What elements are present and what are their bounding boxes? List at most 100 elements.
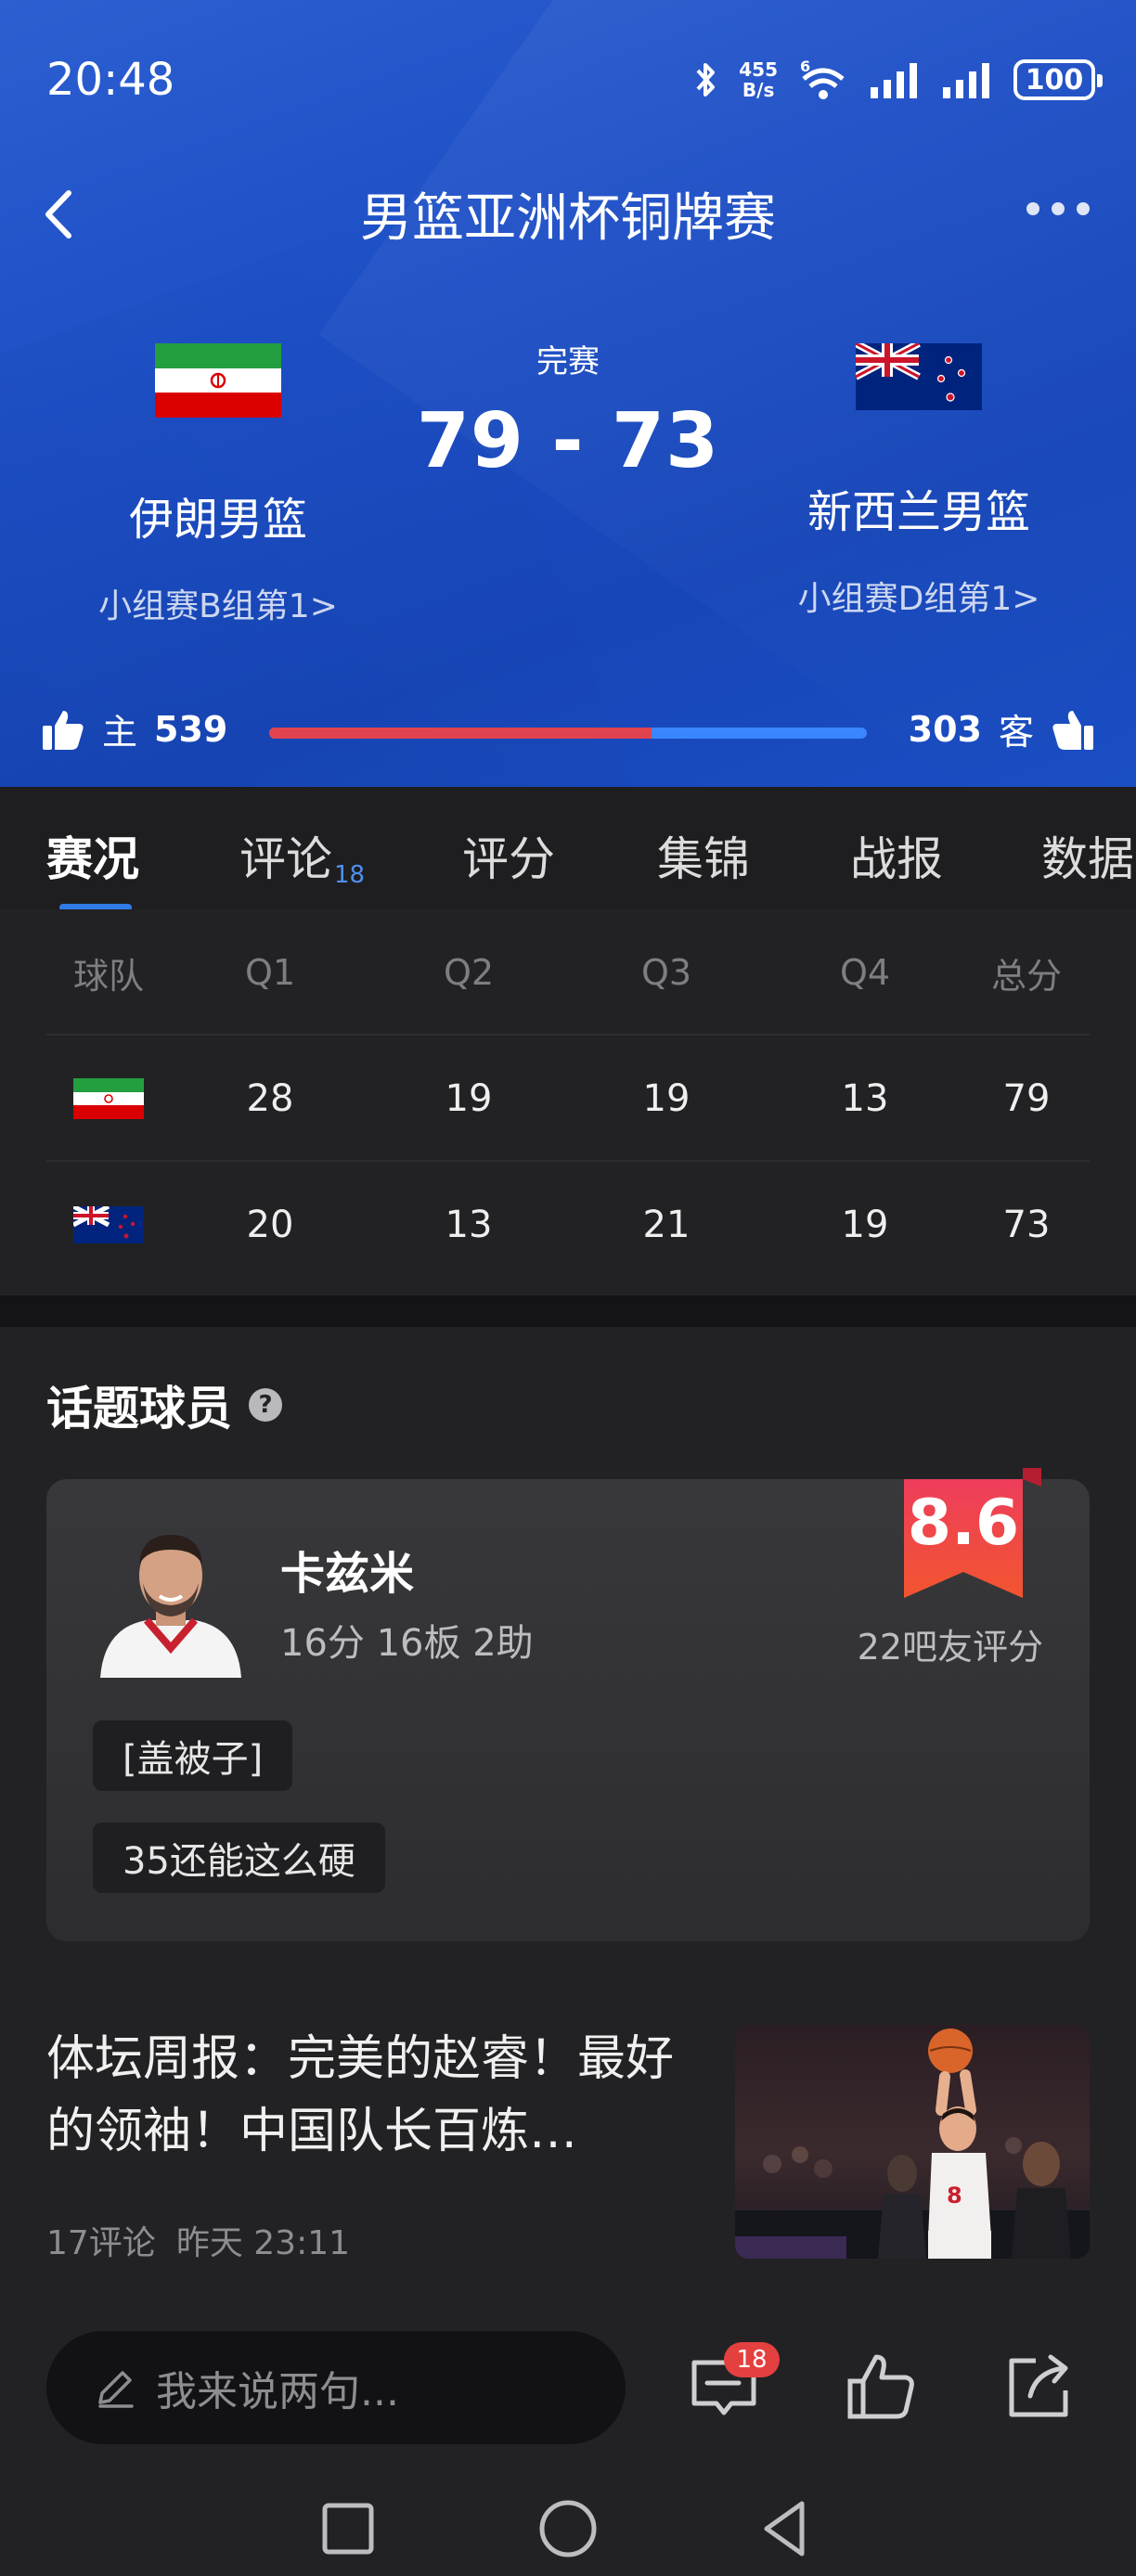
away-like-button[interactable]: 303 客 bbox=[909, 703, 1095, 754]
comment-count-badge: 18 bbox=[724, 2342, 780, 2377]
tab-label: 集锦 bbox=[657, 832, 750, 886]
tab-live[interactable]: 赛况 bbox=[46, 822, 139, 889]
network-speed: 455 B/s bbox=[739, 59, 778, 100]
score-cell: 19 bbox=[642, 1077, 691, 1120]
bluetooth-icon bbox=[696, 63, 716, 97]
more-dot bbox=[1052, 202, 1065, 215]
score-cell: 21 bbox=[642, 1204, 691, 1246]
score-cell: 13 bbox=[445, 1204, 493, 1246]
news-meta: 17评论 昨天 23:11 bbox=[46, 2216, 350, 2264]
column-header: Q1 bbox=[244, 952, 296, 993]
status-time: 20:48 bbox=[46, 54, 175, 106]
pencil-icon bbox=[98, 2371, 134, 2408]
comment-input-placeholder: 我来说两句... bbox=[156, 2368, 399, 2415]
column-header: Q4 bbox=[839, 952, 891, 993]
support-bar: 主 539 303 客 bbox=[0, 703, 1136, 768]
table-header-row: 球队 Q1 Q2 Q3 Q4 总分 bbox=[0, 909, 1136, 1036]
score-cell: 28 bbox=[246, 1077, 294, 1120]
home-like-label: 主 bbox=[102, 712, 138, 753]
comment-input[interactable]: 我来说两句... bbox=[46, 2331, 626, 2444]
score-cell: 19 bbox=[841, 1204, 889, 1246]
home-team[interactable]: 伊朗男篮 小组赛B组第1> bbox=[14, 343, 422, 627]
player-avatar bbox=[100, 1535, 241, 1678]
iran-flag-icon bbox=[73, 1078, 144, 1119]
page-title: 男篮亚洲杯铜牌赛 bbox=[360, 188, 776, 249]
home-team-name: 伊朗男篮 bbox=[128, 494, 307, 546]
home-support-fill bbox=[269, 728, 652, 739]
thumbs-up-icon bbox=[43, 710, 84, 750]
score-cell: 20 bbox=[246, 1204, 294, 1246]
player-name: 卡兹米 bbox=[280, 1548, 415, 1600]
thumbs-up-icon bbox=[1052, 710, 1093, 750]
battery-level: 100 bbox=[1025, 63, 1084, 97]
new-zealand-flag-icon bbox=[73, 1206, 144, 1243]
away-team-group-link[interactable]: 小组赛D组第1> bbox=[715, 572, 1123, 620]
home-team-group-link[interactable]: 小组赛B组第1> bbox=[14, 579, 422, 627]
tab-label: 评论 bbox=[239, 832, 332, 886]
tab-label: 数据 bbox=[1041, 832, 1134, 886]
home-like-button[interactable]: 主 539 bbox=[41, 703, 227, 754]
home-icon[interactable] bbox=[536, 2496, 600, 2561]
hot-comment-chip[interactable]: 35还能这么硬 bbox=[93, 1823, 385, 1893]
column-header: 球队 bbox=[72, 955, 144, 997]
column-header: Q2 bbox=[443, 952, 495, 993]
table-row: 28 19 19 13 79 bbox=[0, 1036, 1136, 1162]
player-stats: 16分 16板 2助 bbox=[280, 1622, 534, 1665]
more-dot bbox=[1077, 202, 1090, 215]
away-team[interactable]: 新西兰男篮 小组赛D组第1> bbox=[715, 343, 1123, 620]
help-icon[interactable]: ? bbox=[249, 1388, 282, 1422]
section-title-text: 话题球员 bbox=[46, 1382, 232, 1436]
score-cell: 19 bbox=[445, 1077, 493, 1120]
player-rating: 8.6 bbox=[907, 1487, 1020, 1560]
support-ratio-bar bbox=[269, 728, 867, 739]
news-title[interactable]: 体坛周报：完美的赵睿！最好的领袖！中国队长百炼… bbox=[46, 2023, 696, 2168]
tab-report[interactable]: 战报 bbox=[850, 822, 943, 889]
battery-icon: 100 bbox=[1013, 59, 1103, 100]
tab-bar: 赛况 评论18 评分 集锦 战报 数据 bbox=[0, 787, 1136, 909]
topic-player-card[interactable]: 卡兹米 16分 16板 2助 8.6 22吧友评分 [盖被子] 35还能这么硬 bbox=[46, 1468, 1090, 1941]
section-title-topic-players: 话题球员 ? bbox=[46, 1372, 282, 1438]
away-team-name: 新西兰男篮 bbox=[807, 486, 1030, 538]
tab-comments[interactable]: 评论18 bbox=[239, 822, 365, 889]
status-icons: 455 B/s 6 100 bbox=[694, 56, 1103, 104]
tab-highlights[interactable]: 集锦 bbox=[657, 822, 750, 889]
iran-flag-icon bbox=[155, 343, 281, 418]
column-header: 总分 bbox=[990, 955, 1062, 997]
share-icon[interactable] bbox=[1002, 2350, 1077, 2424]
table-row: 20 13 21 19 73 bbox=[0, 1162, 1136, 1288]
tab-stats[interactable]: 数据 bbox=[1041, 822, 1134, 889]
rating-count: 22吧友评分 bbox=[857, 1627, 1043, 1668]
more-dot bbox=[1026, 202, 1039, 215]
status-bar: 20:48 455 B/s 6 100 bbox=[0, 0, 1136, 162]
news-comment-count: 17评论 bbox=[46, 2224, 156, 2262]
svg-text:8: 8 bbox=[947, 2183, 962, 2209]
tab-label: 评分 bbox=[462, 832, 555, 886]
news-time: 昨天 23:11 bbox=[175, 2224, 351, 2262]
new-zealand-flag-icon bbox=[856, 343, 982, 410]
tab-label: 赛况 bbox=[46, 832, 139, 886]
network-speed-value: 455 bbox=[739, 58, 778, 81]
total-cell: 79 bbox=[1002, 1077, 1051, 1120]
quarter-score-table: 球队 Q1 Q2 Q3 Q4 总分 28 19 19 13 79 20 13 2… bbox=[0, 909, 1136, 1295]
recent-apps-icon[interactable] bbox=[316, 2496, 381, 2561]
signal-icon bbox=[871, 63, 917, 98]
more-options-button[interactable] bbox=[1026, 202, 1090, 215]
away-like-label: 客 bbox=[998, 712, 1034, 753]
away-like-count: 303 bbox=[908, 708, 982, 750]
team-cell bbox=[46, 1162, 171, 1288]
total-cell: 73 bbox=[1002, 1204, 1051, 1246]
like-icon[interactable] bbox=[845, 2350, 919, 2424]
back-icon[interactable] bbox=[754, 2496, 819, 2561]
tab-ratings[interactable]: 评分 bbox=[462, 822, 555, 889]
home-like-count: 539 bbox=[154, 708, 228, 750]
team-cell bbox=[46, 1036, 171, 1162]
news-thumbnail[interactable]: 8 bbox=[735, 2025, 1090, 2259]
tab-label: 战报 bbox=[850, 832, 943, 886]
section-divider bbox=[0, 1295, 1136, 1327]
hot-comment-chip[interactable]: [盖被子] bbox=[93, 1720, 293, 1791]
wifi-icon: 6 bbox=[800, 58, 845, 99]
tab-comments-count: 18 bbox=[334, 861, 366, 889]
match-header: 20:48 455 B/s 6 100 男篮亚洲杯铜牌赛 完赛 79 - 73 … bbox=[0, 0, 1136, 787]
score-cell: 13 bbox=[841, 1077, 889, 1120]
column-header: Q3 bbox=[640, 952, 692, 993]
